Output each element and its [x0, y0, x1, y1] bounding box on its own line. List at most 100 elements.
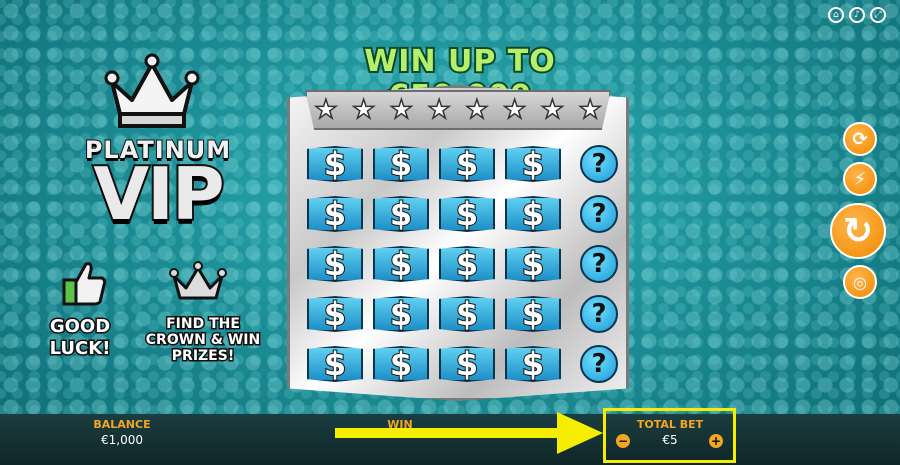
star-icon: ★ [464, 95, 489, 125]
dollar-bill-icon: $ [307, 196, 363, 232]
brand-vip: VIP [91, 152, 226, 236]
cell-symbol: ? [591, 299, 607, 329]
question-mark-icon: ? [580, 145, 618, 183]
dollar-bill-icon: $ [307, 246, 363, 282]
refresh-icon: ⟳ [852, 128, 868, 150]
scratch-cell[interactable]: $ [305, 242, 365, 286]
cell-symbol: $ [521, 245, 545, 283]
cell-symbol: ? [591, 199, 607, 229]
scratch-cell[interactable]: ? [569, 142, 629, 186]
good-luck-text: GOOD LUCK! [48, 315, 112, 361]
scratch-cell[interactable]: $ [371, 342, 431, 386]
yellow-arrow-icon [335, 412, 603, 454]
turbo-button[interactable]: ⚡ [843, 162, 877, 196]
bet-coins-button[interactable]: ◎ [843, 265, 877, 299]
scratch-cell[interactable]: $ [437, 142, 497, 186]
scratch-cell[interactable]: $ [503, 342, 563, 386]
dollar-bill-icon: $ [505, 296, 561, 332]
dollar-bill-icon: $ [505, 346, 561, 382]
cell-symbol: ? [591, 249, 607, 279]
scratch-cell[interactable]: $ [437, 292, 497, 336]
scratch-cell[interactable]: $ [305, 292, 365, 336]
dollar-bill-icon: $ [439, 146, 495, 182]
scratch-cell[interactable]: $ [371, 192, 431, 236]
lightning-icon: ⚡ [853, 168, 867, 190]
coins-icon: ◎ [853, 272, 867, 292]
bet-decrease-button[interactable]: − [616, 434, 630, 448]
cell-symbol: $ [455, 195, 479, 233]
scratch-cell[interactable]: $ [503, 142, 563, 186]
dollar-bill-icon: $ [505, 246, 561, 282]
cell-symbol: $ [455, 145, 479, 183]
cell-symbol: $ [521, 295, 545, 333]
dollar-bill-icon: $ [439, 346, 495, 382]
stars-bar: ★ ★ ★ ★ ★ ★ ★ ★ [305, 90, 611, 130]
scratch-cell[interactable]: $ [437, 192, 497, 236]
cell-symbol: $ [389, 345, 413, 383]
star-icon: ★ [313, 95, 338, 125]
crown-small-icon [169, 261, 227, 300]
star-icon: ★ [351, 95, 376, 125]
dollar-bill-icon: $ [307, 296, 363, 332]
cell-symbol: $ [323, 195, 347, 233]
dollar-bill-icon: $ [373, 146, 429, 182]
thumbs-up-icon [62, 262, 107, 306]
cell-symbol: $ [323, 295, 347, 333]
star-icon: ★ [540, 95, 565, 125]
scratch-cell[interactable]: $ [503, 292, 563, 336]
dollar-bill-icon: $ [373, 196, 429, 232]
cell-symbol: $ [455, 345, 479, 383]
cell-symbol: ? [591, 349, 607, 379]
autoplay-button[interactable]: ⟳ [843, 122, 877, 156]
scratch-cell[interactable]: ? [569, 242, 629, 286]
play-button[interactable]: ↻ [830, 203, 886, 259]
home-icon[interactable]: ⌂ [828, 7, 844, 23]
bet-increase-button[interactable]: + [709, 434, 723, 448]
crown-logo-icon [104, 53, 200, 128]
scratch-cell[interactable]: $ [305, 342, 365, 386]
scratch-cell[interactable]: $ [437, 342, 497, 386]
scratch-cell[interactable]: $ [305, 142, 365, 186]
scratch-cell[interactable]: $ [371, 292, 431, 336]
star-icon: ★ [502, 95, 527, 125]
scratch-cell[interactable]: ? [569, 192, 629, 236]
star-icon: ★ [578, 95, 603, 125]
dollar-bill-icon: $ [439, 246, 495, 282]
cell-symbol: $ [521, 195, 545, 233]
cell-symbol: $ [455, 245, 479, 283]
dollar-bill-icon: $ [373, 296, 429, 332]
balance-value: €1,000 [101, 433, 143, 447]
question-mark-icon: ? [580, 345, 618, 383]
dollar-bill-icon: $ [307, 346, 363, 382]
replay-icon: ↻ [842, 210, 874, 252]
cell-symbol: $ [323, 145, 347, 183]
dollar-bill-icon: $ [307, 146, 363, 182]
dollar-bill-icon: $ [505, 146, 561, 182]
cell-symbol: $ [389, 145, 413, 183]
scratch-cell[interactable]: $ [371, 242, 431, 286]
scratch-grid[interactable]: $ $ $ $? $ $ $ $? $ $ $ $? $ $ $ $? $ $ $ $? [305, 142, 618, 383]
dollar-bill-icon: $ [373, 346, 429, 382]
star-icon: ★ [389, 95, 414, 125]
cell-symbol: $ [455, 295, 479, 333]
fullscreen-icon[interactable]: ⤢ [870, 7, 886, 23]
dollar-bill-icon: $ [439, 296, 495, 332]
dollar-bill-icon: $ [373, 246, 429, 282]
cell-symbol: $ [521, 145, 545, 183]
cell-symbol: $ [389, 195, 413, 233]
question-mark-icon: ? [580, 245, 618, 283]
scratch-cell[interactable]: $ [305, 192, 365, 236]
scratch-cell[interactable]: $ [371, 142, 431, 186]
balance-label: BALANCE [93, 418, 151, 431]
scratch-cell[interactable]: ? [569, 342, 629, 386]
find-crown-text: FIND THE CROWN & WIN PRIZES! [144, 315, 261, 366]
scratch-cell[interactable]: ? [569, 292, 629, 336]
scratch-cell[interactable]: $ [503, 242, 563, 286]
question-mark-icon: ? [580, 295, 618, 333]
scratch-cell[interactable]: $ [503, 192, 563, 236]
scratch-cell[interactable]: $ [437, 242, 497, 286]
cell-symbol: $ [323, 245, 347, 283]
dollar-bill-icon: $ [439, 196, 495, 232]
cell-symbol: $ [389, 245, 413, 283]
sound-icon[interactable]: ♪ [849, 7, 865, 23]
